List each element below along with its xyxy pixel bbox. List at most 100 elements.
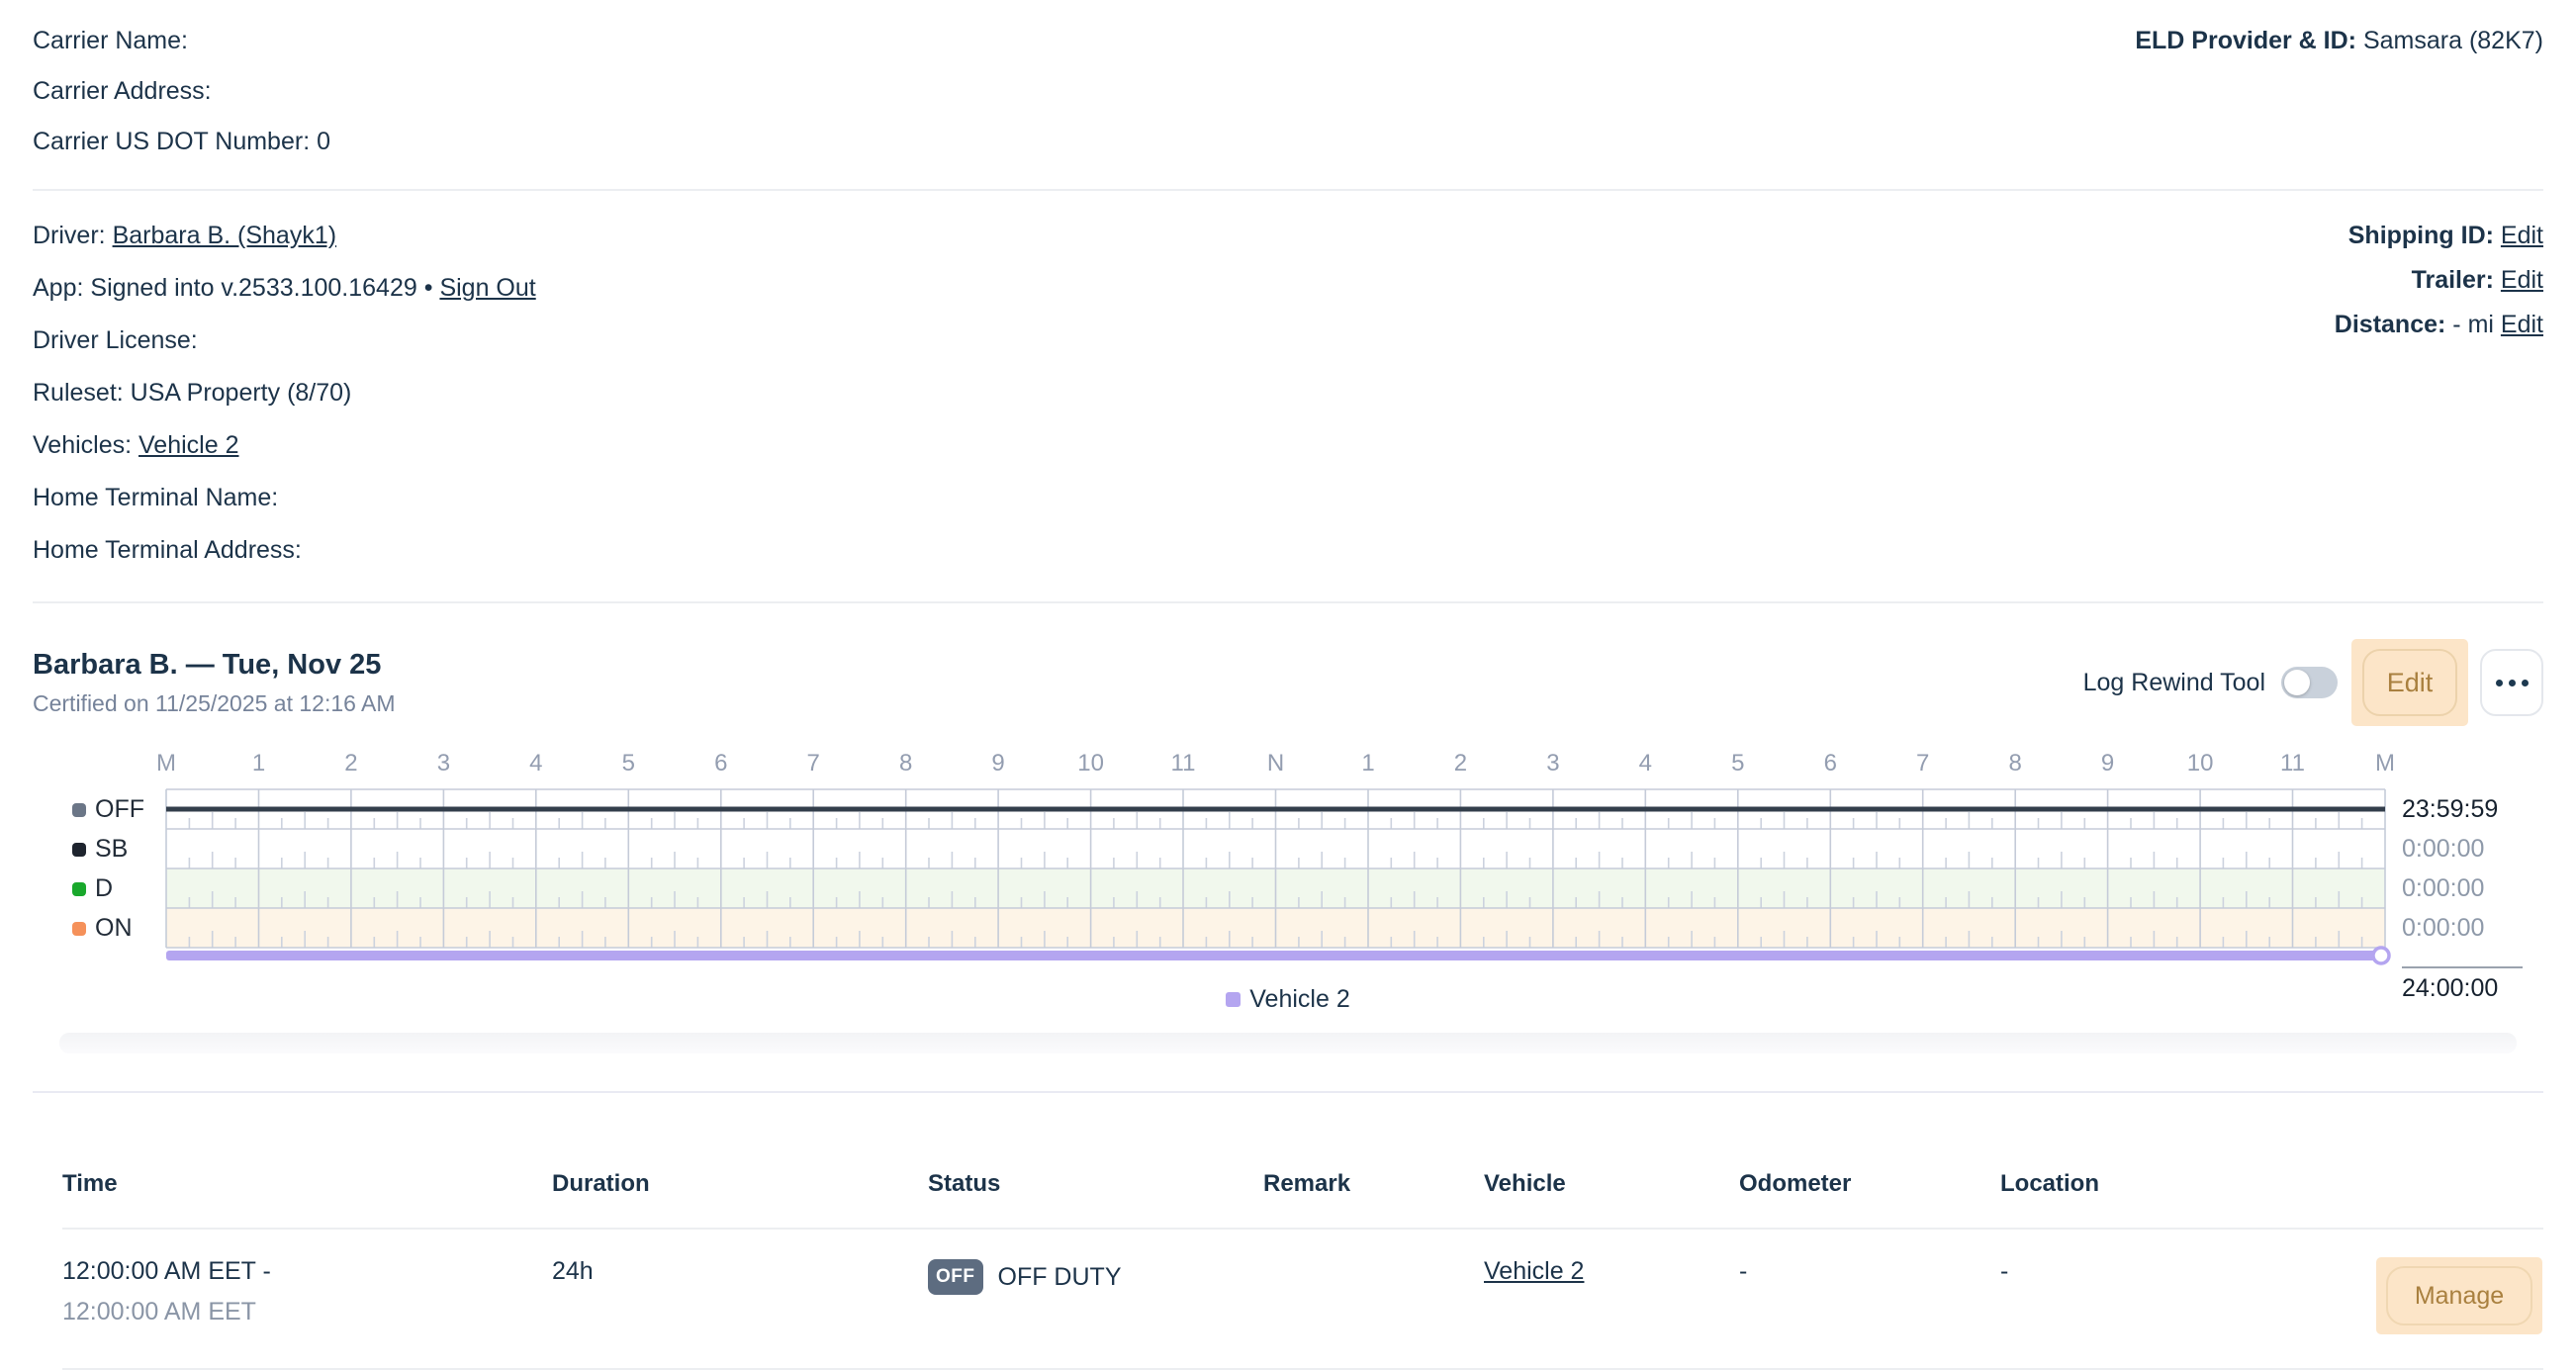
axis-hour-label: 4 <box>497 750 576 777</box>
axis-hour-label: 5 <box>589 750 668 777</box>
axis-hour-label: 6 <box>1791 750 1870 777</box>
driver-license-line: Driver License: <box>33 325 536 356</box>
axis-hour-label: 2 <box>1421 750 1500 777</box>
odometer-cell: - <box>1739 1257 2000 1286</box>
trailer-line: Trailer: Edit <box>2335 265 2543 296</box>
status-legend-swatch <box>72 882 86 896</box>
vehicle-row-link[interactable]: Vehicle 2 <box>1484 1257 1584 1285</box>
carrier-name-label: Carrier Name: <box>33 27 188 54</box>
eld-provider-label: ELD Provider & ID: <box>2135 27 2356 54</box>
location-cell: - <box>2000 1257 2376 1286</box>
shipping-id-edit-link[interactable]: Edit <box>2501 222 2543 249</box>
status-total: 0:00:00 <box>2402 835 2484 864</box>
axis-hour-label: 9 <box>959 750 1038 777</box>
status-total: 0:00:00 <box>2402 914 2484 943</box>
bullet-separator: • <box>424 274 433 302</box>
eld-provider-line: ELD Provider & ID: Samsara (82K7) <box>2135 26 2543 177</box>
edit-log-button-label: Edit <box>2362 649 2457 716</box>
axis-hour-label: 9 <box>2069 750 2148 777</box>
duration-cell: 24h <box>552 1257 928 1286</box>
ruleset-label: Ruleset: <box>33 379 124 407</box>
home-terminal-name-line: Home Terminal Name: <box>33 483 536 513</box>
manage-button[interactable]: Manage <box>2376 1257 2542 1334</box>
status-cell: OFF OFF DUTY <box>928 1259 1263 1295</box>
distance-line: Distance: - mi Edit <box>2335 310 2543 340</box>
col-header-odometer: Odometer <box>1739 1170 2000 1198</box>
carrier-address-label: Carrier Address: <box>33 77 212 105</box>
vehicle-link[interactable]: Vehicle 2 <box>138 431 238 459</box>
distance-label: Distance: <box>2335 311 2446 338</box>
status-legend-swatch <box>72 922 86 936</box>
vehicle-cell: Vehicle 2 <box>1484 1257 1739 1286</box>
status-total: 23:59:59 <box>2402 795 2498 824</box>
axis-hour-label: 3 <box>1514 750 1593 777</box>
status-legend-item: OFF <box>72 795 144 824</box>
duty-status-chart: M1234567891011N1234567891011MOFF23:59:59… <box>33 750 2543 1023</box>
axis-hour-label: 10 <box>1052 750 1131 777</box>
axis-hour-label: M <box>127 750 206 777</box>
vehicle-track-endpoint <box>2373 948 2389 963</box>
app-version-value: Signed into v.2533.100.16429 <box>90 274 416 302</box>
ruleset-value: USA Property (8/70) <box>131 379 352 407</box>
status-legend-swatch <box>72 803 86 817</box>
col-header-time: Time <box>62 1170 552 1198</box>
axis-hour-label: 2 <box>312 750 391 777</box>
log-title: Barbara B. — Tue, Nov 25 <box>33 648 396 682</box>
axis-hour-label: 6 <box>682 750 761 777</box>
axis-hour-label: 5 <box>1699 750 1778 777</box>
shipping-id-label: Shipping ID: <box>2348 222 2494 249</box>
table-header-row: Time Duration Status Remark Vehicle Odom… <box>62 1170 2543 1230</box>
app-line: App: Signed into v.2533.100.16429 • Sign… <box>33 273 536 304</box>
eld-log-page: Carrier Name: Carrier Address: Carrier U… <box>0 0 2576 1370</box>
log-header: Barbara B. — Tue, Nov 25 Certified on 11… <box>33 639 2543 726</box>
axis-hour-label: M <box>2346 750 2425 777</box>
home-terminal-name-label: Home Terminal Name: <box>33 484 278 511</box>
more-menu-button[interactable] <box>2480 649 2543 716</box>
edit-log-button[interactable]: Edit <box>2351 639 2468 726</box>
col-header-vehicle: Vehicle <box>1484 1170 1739 1198</box>
status-total: 0:00:00 <box>2402 874 2484 903</box>
section-divider <box>33 1091 2543 1093</box>
vehicles-line: Vehicles: Vehicle 2 <box>33 430 536 461</box>
axis-hour-label: 7 <box>774 750 853 777</box>
axis-hour-label: 4 <box>1606 750 1685 777</box>
carrier-section: Carrier Name: Carrier Address: Carrier U… <box>33 0 2543 191</box>
log-rewind-toggle[interactable] <box>2281 667 2338 698</box>
log-title-block: Barbara B. — Tue, Nov 25 Certified on 11… <box>33 648 396 717</box>
duty-grid <box>166 789 2385 965</box>
log-rewind-label: Log Rewind Tool <box>2083 669 2265 697</box>
col-header-duration: Duration <box>552 1170 928 1198</box>
time-start: 12:00:00 AM EET - <box>62 1257 552 1286</box>
vehicles-label: Vehicles: <box>33 431 132 459</box>
axis-hour-label: 1 <box>1329 750 1408 777</box>
vehicle-legend-swatch <box>1226 992 1241 1007</box>
ellipsis-icon <box>2509 680 2516 686</box>
driver-name-link[interactable]: Barbara B. (Shayk1) <box>113 222 337 249</box>
status-badge: OFF <box>928 1259 983 1295</box>
col-header-remark: Remark <box>1263 1170 1484 1198</box>
sign-out-link[interactable]: Sign Out <box>439 274 535 302</box>
eld-provider-value: Samsara (82K7) <box>2363 27 2543 54</box>
log-certified-text: Certified on 11/25/2025 at 12:16 AM <box>33 690 396 717</box>
ellipsis-icon <box>2496 680 2503 686</box>
home-terminal-address-label: Home Terminal Address: <box>33 536 302 564</box>
app-label: App: <box>33 274 83 302</box>
status-legend-item: SB <box>72 835 128 864</box>
axis-hour-label: 11 <box>1144 750 1223 777</box>
vehicle-track-legend: Vehicle 2 <box>33 985 2543 1014</box>
status-legend-swatch <box>72 843 86 857</box>
axis-hour-label: 3 <box>404 750 483 777</box>
driver-label: Driver: <box>33 222 106 249</box>
trailer-edit-link[interactable]: Edit <box>2501 266 2543 294</box>
carrier-address-line: Carrier Address: <box>33 76 330 106</box>
ellipsis-icon <box>2522 680 2529 686</box>
carrier-info: Carrier Name: Carrier Address: Carrier U… <box>33 26 330 177</box>
distance-edit-link[interactable]: Edit <box>2501 311 2543 338</box>
log-controls: Log Rewind Tool Edit <box>2083 639 2543 726</box>
driver-line: Driver: Barbara B. (Shayk1) <box>33 221 536 251</box>
distance-value: - mi <box>2452 311 2494 338</box>
manage-button-label: Manage <box>2386 1266 2532 1325</box>
trailer-label: Trailer: <box>2412 266 2494 294</box>
axis-hour-label: N <box>1237 750 1316 777</box>
vehicle-legend-label: Vehicle 2 <box>1249 985 1349 1014</box>
